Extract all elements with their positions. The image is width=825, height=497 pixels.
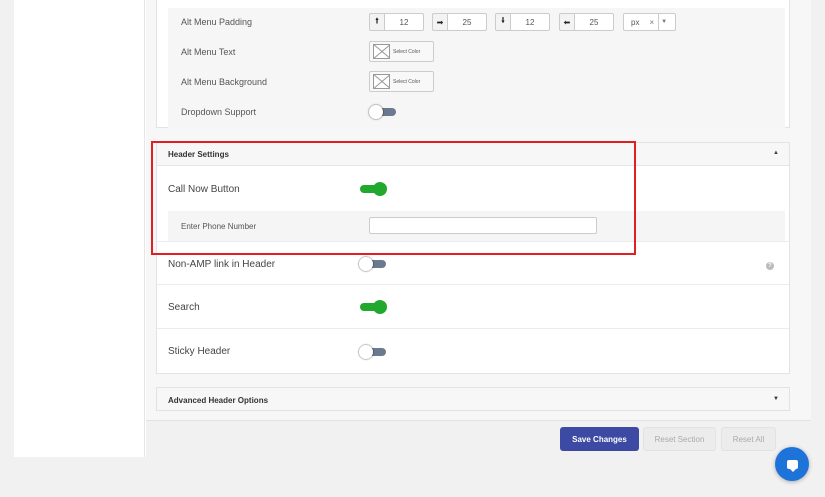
clear-icon[interactable]: × [649, 18, 654, 27]
select-color-label: Select Color [393, 48, 421, 55]
padding-bottom-input[interactable]: 12 [510, 13, 550, 31]
caret-down-icon[interactable]: ▼ [773, 396, 779, 402]
sticky-header-row: Sticky Header [157, 329, 789, 373]
unit-select[interactable]: px × ▼ [623, 13, 676, 31]
arrow-up-icon: 🠙 [369, 13, 384, 31]
select-color-label: Select Color [393, 78, 421, 85]
phone-number-row: Enter Phone Number [168, 211, 785, 241]
phone-number-label: Enter Phone Number [181, 222, 257, 231]
toggle-knob [369, 105, 383, 119]
non-amp-label: Non-AMP link in Header [168, 259, 276, 270]
alt-menu-panel: Alt Menu Padding 🠙 12 ➡ 25 🠛 12 ⬅ 25 px … [156, 0, 790, 128]
alt-menu-text-color-button[interactable]: Select Color [369, 41, 434, 62]
header-settings-section: Header Settings ▲ Call Now Button Enter … [156, 142, 790, 374]
alt-menu-padding-label: Alt Menu Padding [181, 17, 253, 27]
arrow-right-icon: ➡ [432, 13, 447, 31]
caret-up-icon[interactable]: ▲ [773, 150, 779, 156]
dropdown-support-toggle[interactable] [369, 105, 397, 119]
alt-menu-background-color-button[interactable]: Select Color [369, 71, 434, 92]
toggle-knob [373, 300, 387, 314]
header-settings-header[interactable]: Header Settings ▲ [157, 143, 789, 166]
padding-right-input[interactable]: 25 [447, 13, 487, 31]
padding-bottom-group: 🠛 12 [495, 13, 550, 31]
options-panel: Alt Menu Padding 🠙 12 ➡ 25 🠛 12 ⬅ 25 px … [14, 0, 811, 457]
search-toggle[interactable] [359, 300, 387, 314]
arrow-down-icon: 🠛 [495, 13, 510, 31]
chat-button[interactable] [775, 447, 809, 481]
chat-bubble-icon [786, 459, 798, 472]
sticky-header-toggle[interactable] [359, 345, 387, 359]
call-now-toggle[interactable] [359, 182, 387, 196]
search-label: Search [168, 302, 200, 313]
non-amp-row: Non-AMP link in Header ? [157, 241, 789, 285]
chevron-down-icon[interactable]: ▼ [658, 14, 669, 30]
call-now-row: Call Now Button [157, 167, 789, 211]
save-changes-button[interactable]: Save Changes [560, 427, 639, 451]
sticky-header-label: Sticky Header [168, 346, 231, 357]
help-icon[interactable]: ? [766, 262, 774, 270]
empty-swatch-icon [373, 74, 390, 89]
padding-left-group: ⬅ 25 [559, 13, 614, 31]
padding-right-group: ➡ 25 [432, 13, 487, 31]
padding-top-group: 🠙 12 [369, 13, 424, 31]
footer-bar: Save Changes Reset Section Reset All [146, 420, 811, 457]
reset-section-button[interactable]: Reset Section [643, 427, 716, 451]
arrow-left-icon: ⬅ [559, 13, 574, 31]
advanced-header-title: Advanced Header Options [168, 396, 269, 405]
toggle-knob [373, 182, 387, 196]
non-amp-toggle[interactable] [359, 257, 387, 271]
toggle-knob [359, 257, 373, 271]
phone-number-input[interactable] [369, 217, 597, 234]
padding-top-input[interactable]: 12 [384, 13, 424, 31]
reset-all-button[interactable]: Reset All [721, 427, 776, 451]
alt-menu-text-label: Alt Menu Text [181, 47, 236, 57]
alt-menu-background-label: Alt Menu Background [181, 77, 268, 87]
call-now-label: Call Now Button [168, 184, 240, 195]
left-column [14, 0, 145, 457]
search-row: Search [157, 285, 789, 329]
toggle-knob [359, 345, 373, 359]
empty-swatch-icon [373, 44, 390, 59]
dropdown-support-label: Dropdown Support [181, 107, 257, 117]
header-settings-title: Header Settings [168, 150, 229, 159]
padding-left-input[interactable]: 25 [574, 13, 614, 31]
settings-main: Alt Menu Padding 🠙 12 ➡ 25 🠛 12 ⬅ 25 px … [146, 0, 811, 457]
advanced-header-options[interactable]: Advanced Header Options ▼ [156, 387, 790, 411]
unit-value: px [631, 17, 640, 27]
